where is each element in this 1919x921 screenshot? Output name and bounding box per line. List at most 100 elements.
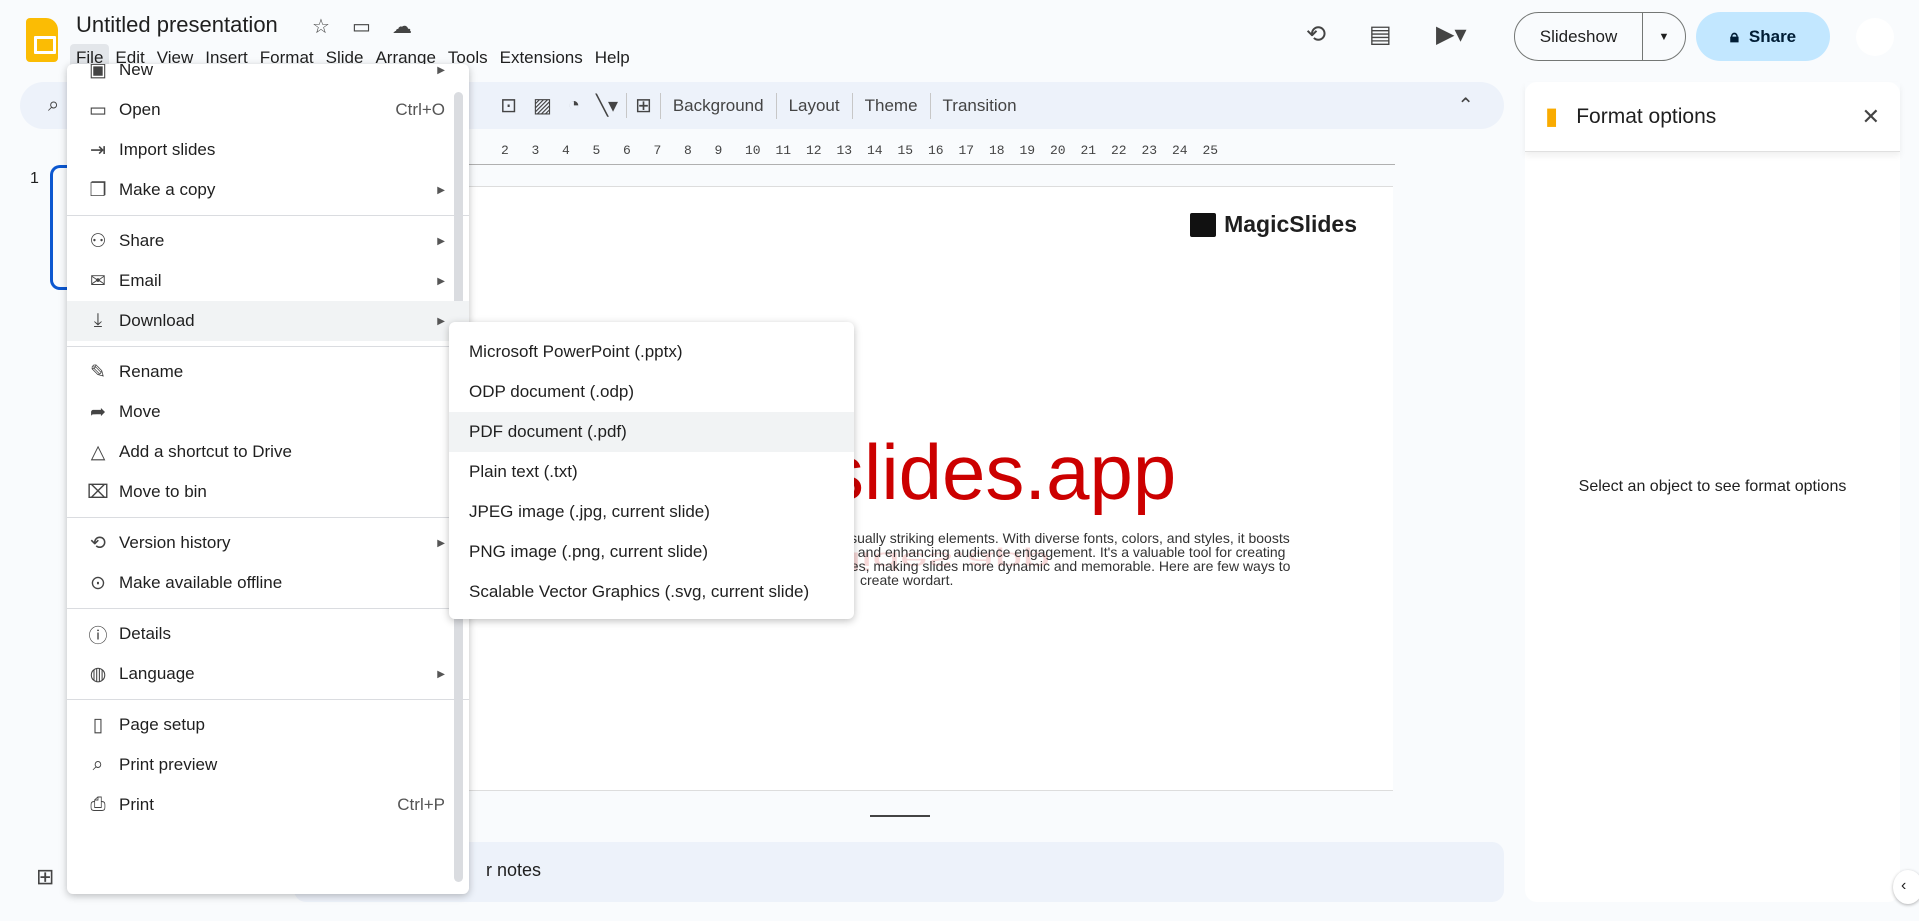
chevron-down-icon[interactable]: ▼ <box>1643 31 1685 43</box>
copy-icon: ❐ <box>89 179 107 201</box>
body-line: visually striking elements. With diverse… <box>840 530 1290 546</box>
submenu-arrow-icon: ▶ <box>437 537 445 549</box>
ruler-tick-label: 5 <box>592 143 601 158</box>
download-option[interactable]: Scalable Vector Graphics (.svg, current … <box>449 572 854 612</box>
ruler-tick-label: 8 <box>684 143 692 158</box>
menu-item-import[interactable]: ⇥ Import slides <box>67 130 469 170</box>
expand-side-panel-icon[interactable]: ‹ <box>1893 870 1919 904</box>
shape-icon[interactable]: ◔ <box>560 94 588 117</box>
download-option[interactable]: Plain text (.txt) <box>449 452 854 492</box>
file-menu: ▣ New ▶ ▭ Open Ctrl+O ⇥ Import slides ❐ Make a co… <box>67 64 469 894</box>
print-preview-icon: ⌕ <box>92 754 104 775</box>
download-option[interactable]: PNG image (.png, current slide) <box>449 532 854 572</box>
grid-view-icon[interactable]: ⊞ <box>36 864 54 890</box>
menu-item-offline[interactable]: ⊙ Make available offline <box>67 563 469 603</box>
move-folder-icon[interactable]: ▭ <box>352 14 371 39</box>
slideshow-label[interactable]: Slideshow <box>1515 13 1643 60</box>
share-button[interactable]: 🔒︎ Share <box>1696 12 1830 61</box>
speaker-notes[interactable]: r notes <box>294 842 1504 902</box>
download-option[interactable]: Microsoft PowerPoint (.pptx) <box>449 332 854 372</box>
menu-item-new[interactable]: ▣ New ▶ <box>67 64 469 90</box>
panel-hint: Select an object to see format options <box>1578 478 1847 495</box>
notes-resize-handle[interactable] <box>870 815 930 817</box>
menu-item-label: Make available offline <box>119 573 283 592</box>
search-icon[interactable]: ⌕ <box>40 94 67 117</box>
move-icon: ➦ <box>90 401 106 423</box>
background-button[interactable]: Background <box>659 92 776 119</box>
ruler-tick-label: 23 <box>1141 143 1158 158</box>
slideshow-button[interactable]: Slideshow ▼ <box>1514 12 1686 61</box>
body-line: create wordart. <box>860 572 954 588</box>
trash-icon: ⌧ <box>87 481 109 503</box>
horizontal-ruler: 2 3 4 5 6 7 8 9 10 11 12 13 14 15 16 17 18 19 20 21 22 23 24 25 <box>465 141 1395 165</box>
menu-item-label: Details <box>119 624 171 643</box>
menu-item-print[interactable]: ⎙ Print Ctrl+P <box>67 785 469 825</box>
text-box-icon[interactable]: ⊡ <box>492 93 525 118</box>
details-icon: ⓘ <box>88 625 108 647</box>
cloud-status-icon[interactable]: ☁ <box>392 14 412 39</box>
meet-video-icon[interactable]: ▶▾ <box>1436 20 1467 49</box>
download-option[interactable]: ODP document (.odp) <box>449 372 854 412</box>
print-icon: ⎙ <box>90 794 106 815</box>
ruler-tick-label: 2 <box>501 143 509 158</box>
body-line: s, and enhancing audience engagement. It… <box>843 544 1286 560</box>
download-option[interactable]: JPEG image (.jpg, current slide) <box>449 492 854 532</box>
share-icon: ⚇ <box>89 230 107 252</box>
menu-item-email[interactable]: ✉ Email ▶ <box>67 261 469 301</box>
menu-item-page-setup[interactable]: ▯ Page setup <box>67 705 469 745</box>
menu-item-label: Add a shortcut to Drive <box>119 442 292 461</box>
menu-item-history[interactable]: ⟲ Version history ▶ <box>67 523 469 563</box>
menu-item-label: Email <box>119 271 162 290</box>
document-title[interactable]: Untitled presentation <box>76 12 278 38</box>
menu-item-share[interactable]: ⚇ Share ▶ <box>67 221 469 261</box>
menu-item-rename[interactable]: ✎ Rename <box>67 352 469 392</box>
image-icon[interactable]: ▨ <box>525 93 560 118</box>
submenu-arrow-icon: ▶ <box>437 668 445 680</box>
history-icon: ⟲ <box>90 532 106 554</box>
menu-item-open[interactable]: ▭ Open Ctrl+O <box>67 90 469 130</box>
menu-item-label: Version history <box>119 533 231 552</box>
presentation-board-icon <box>1190 212 1217 237</box>
ruler-tick-label: 3 <box>531 143 540 158</box>
menu-item-shortcut[interactable]: △ Add a shortcut to Drive <box>67 432 469 472</box>
star-icon[interactable]: ☆ <box>312 14 330 39</box>
comments-icon[interactable]: ▤ <box>1369 20 1392 49</box>
menu-help[interactable]: Help <box>589 44 636 72</box>
add-comment-icon[interactable]: ⊞ <box>626 93 660 118</box>
brand-name: MagicSlides <box>1224 211 1357 237</box>
magicslides-logo: MagicSlides <box>1190 211 1357 238</box>
download-option[interactable]: PDF document (.pdf) <box>449 412 854 452</box>
ruler-tick-label: 18 <box>989 143 1005 158</box>
menu-extensions[interactable]: Extensions <box>494 44 589 72</box>
ruler-tick-label: 24 <box>1172 143 1188 158</box>
menu-item-label: Language <box>119 664 195 683</box>
theme-button[interactable]: Theme <box>851 92 930 119</box>
menu-item-details[interactable]: ⓘ Details <box>67 614 469 654</box>
ruler-tick-label: 12 <box>806 143 822 158</box>
close-icon[interactable]: ✕ <box>1862 104 1880 130</box>
open-icon: ▭ <box>89 99 107 121</box>
globe-icon: ◍ <box>89 663 107 685</box>
transition-button[interactable]: Transition <box>929 92 1029 119</box>
menu-item-trash[interactable]: ⌧ Move to bin <box>67 472 469 512</box>
menu-item-globe[interactable]: ◍ Language ▶ <box>67 654 469 694</box>
slides-logo[interactable] <box>26 18 58 62</box>
version-history-icon[interactable]: ⟲ <box>1306 20 1326 49</box>
menu-item-copy[interactable]: ❐ Make a copy ▶ <box>67 170 469 210</box>
share-label: Share <box>1748 26 1797 46</box>
slide-number: 1 <box>30 170 39 187</box>
slide-title[interactable]: slides.app <box>825 427 1176 518</box>
menu-item-label: Page setup <box>119 715 206 734</box>
download-submenu: Microsoft PowerPoint (.pptx) ODP document… <box>449 322 854 619</box>
collapse-toolbar-icon[interactable]: ⌃ <box>1449 93 1482 118</box>
avatar[interactable] <box>1856 18 1894 56</box>
layout-button[interactable]: Layout <box>775 92 852 119</box>
menu-item-download[interactable]: ⤓ Download ▶ <box>67 301 469 341</box>
menu-item-print-preview[interactable]: ⌕ Print preview <box>67 745 469 785</box>
menu-item-move[interactable]: ➦ Move <box>67 392 469 432</box>
ruler-tick-label: 17 <box>958 143 975 158</box>
line-icon[interactable]: ╲▾ <box>588 93 626 118</box>
shortcut: Ctrl+P <box>397 795 445 814</box>
ruler-tick-label: 19 <box>1019 143 1036 158</box>
shortcut-icon: △ <box>90 441 106 463</box>
